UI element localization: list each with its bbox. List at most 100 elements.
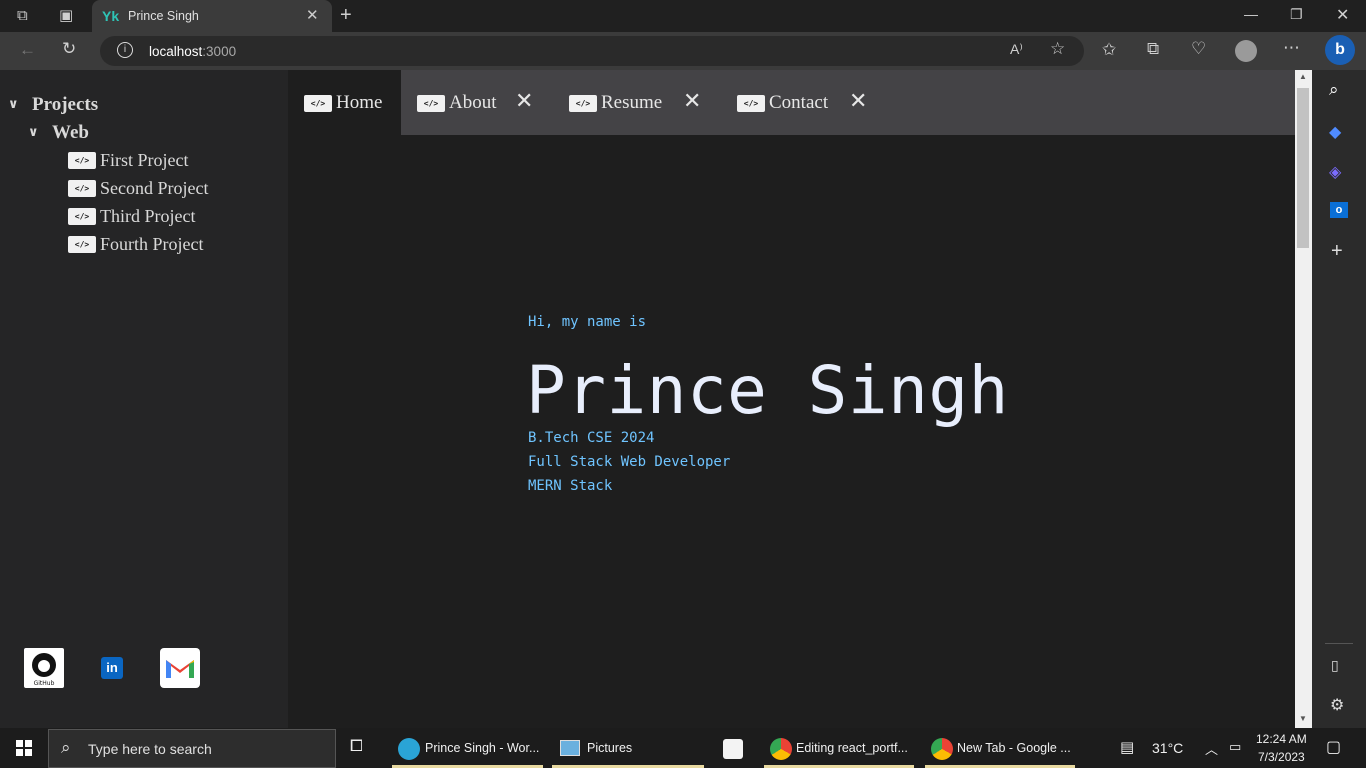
hero-line-education: B.Tech CSE 2024	[528, 430, 655, 446]
shopping-tag-icon[interactable]: ◆	[1329, 122, 1341, 142]
tab-resume-label: Resume	[601, 92, 663, 113]
code-file-icon: </>	[569, 95, 597, 112]
taskbar-app-chrome-newtab[interactable]: New Tab - Google ...	[925, 729, 1075, 768]
store-app-icon	[723, 739, 743, 759]
copilot-icon[interactable]: ◈	[1329, 162, 1341, 182]
windows-start-icon[interactable]	[16, 740, 32, 756]
clock-date[interactable]: 7/3/2023	[1258, 750, 1305, 764]
vertical-tabs-icon[interactable]: ▣	[59, 6, 73, 24]
add-app-icon[interactable]: +	[1331, 240, 1343, 263]
edge-sidebar: ⌕ ◆ ◈ o + ▯ ⚙	[1312, 70, 1366, 728]
browser-tab-strip: ⧉ ▣ Yk Prince Singh ✕ + — ❐ ✕	[0, 0, 1366, 32]
pictures-app-icon	[560, 740, 580, 756]
taskbar-search-placeholder: Type here to search	[88, 741, 212, 757]
add-favorite-icon[interactable]: ☆	[1050, 39, 1065, 59]
close-tab-about-icon[interactable]: ✕	[515, 89, 533, 114]
file-second-project[interactable]: Second Project	[100, 178, 208, 199]
file-third-project[interactable]: Third Project	[100, 206, 195, 227]
chevron-down-icon[interactable]: ∨	[28, 125, 39, 140]
battery-icon[interactable]: ▭	[1229, 739, 1241, 755]
restore-icon[interactable]: ❐	[1290, 6, 1303, 23]
url-host: localhost	[149, 44, 203, 59]
taskbar-app-chrome-editing[interactable]: Editing react_portf...	[764, 729, 914, 768]
tab-contact-label: Contact	[769, 92, 829, 113]
more-options-icon[interactable]: ⋯	[1283, 38, 1300, 58]
code-file-icon: </>	[68, 152, 96, 169]
linkedin-link[interactable]: in	[92, 648, 132, 688]
linkedin-icon: in	[101, 657, 123, 679]
tab-resume[interactable]: </> Resume ✕	[553, 70, 713, 135]
taskbar-app-label: New Tab - Google ...	[957, 741, 1071, 755]
tab-about-label: About	[449, 92, 497, 113]
profile-avatar[interactable]	[1235, 40, 1257, 62]
tab-about[interactable]: </> About ✕	[401, 70, 551, 135]
collections-icon[interactable]: ⧉	[1147, 39, 1159, 59]
file-fourth-project[interactable]: Fourth Project	[100, 234, 204, 255]
minimize-icon[interactable]: —	[1244, 6, 1258, 22]
folder-web[interactable]: Web	[52, 122, 89, 144]
outlook-icon[interactable]: o	[1330, 202, 1348, 218]
close-tab-icon[interactable]: ✕	[306, 6, 319, 24]
taskbar-app-edge[interactable]: Prince Singh - Wor...	[392, 729, 543, 768]
code-file-icon: </>	[68, 236, 96, 253]
workspaces-icon[interactable]: ⧉	[17, 7, 28, 24]
sidebar-divider	[1325, 643, 1353, 644]
github-label: GitHub	[34, 680, 55, 687]
weather-icon[interactable]: ▤	[1120, 738, 1134, 756]
taskbar-app-label: Pictures	[587, 741, 633, 755]
project-explorer: ∨ Projects ∨ Web </> First Project </> S…	[0, 70, 288, 728]
task-view-icon[interactable]: ⧠	[350, 738, 363, 756]
gmail-link[interactable]	[160, 648, 200, 688]
scroll-up-icon[interactable]: ▲	[1299, 72, 1307, 81]
clock-time[interactable]: 12:24 AM	[1256, 732, 1307, 746]
github-link[interactable]: GitHub	[24, 648, 64, 688]
editor-tab-bar: </> Home </> About ✕ </> Resume ✕ </> Co…	[288, 70, 1295, 135]
url-text[interactable]: localhost:3000	[149, 44, 236, 59]
chevron-down-icon[interactable]: ∨	[8, 97, 19, 112]
taskbar-search[interactable]: ⌕ Type here to search	[48, 729, 336, 768]
window-close-icon[interactable]: ✕	[1336, 5, 1349, 25]
taskbar-app-store[interactable]	[712, 729, 756, 768]
folder-projects[interactable]: Projects	[32, 94, 98, 116]
tab-contact[interactable]: </> Contact ✕	[721, 70, 881, 135]
new-tab-icon[interactable]: +	[340, 4, 352, 27]
close-tab-contact-icon[interactable]: ✕	[849, 89, 867, 114]
back-icon[interactable]: ←	[19, 40, 36, 60]
taskbar-app-pictures[interactable]: Pictures	[552, 729, 704, 768]
search-icon[interactable]: ⌕	[1329, 80, 1339, 100]
address-bar[interactable]: i localhost:3000 A⁾ ☆	[100, 36, 1084, 66]
hide-sidebar-icon[interactable]: ▯	[1331, 657, 1339, 674]
chrome-app-icon	[931, 738, 953, 760]
favorites-icon[interactable]: ✩	[1102, 40, 1116, 60]
weather-temperature[interactable]: 31°C	[1152, 740, 1183, 756]
code-file-icon: </>	[737, 95, 765, 112]
site-info-icon[interactable]: i	[117, 42, 133, 58]
read-aloud-icon[interactable]: A⁾	[1010, 41, 1023, 58]
extensions-icon[interactable]: ♡	[1191, 39, 1206, 59]
hero-name: Prince Singh	[526, 352, 1009, 429]
tab-home-label: Home	[336, 92, 383, 113]
github-icon: GitHub	[32, 653, 56, 687]
scrollbar-thumb[interactable]	[1297, 88, 1309, 248]
code-file-icon: </>	[417, 95, 445, 112]
gmail-icon	[166, 660, 194, 678]
url-port: :3000	[202, 44, 237, 59]
refresh-icon[interactable]: ↻	[62, 39, 76, 59]
hero-greeting: Hi, my name is	[528, 314, 647, 330]
bing-icon[interactable]: b	[1325, 35, 1355, 65]
file-first-project[interactable]: First Project	[100, 150, 189, 171]
notifications-icon[interactable]: ▢	[1326, 737, 1341, 757]
tab-home[interactable]: </> Home	[288, 70, 401, 135]
code-file-icon: </>	[68, 180, 96, 197]
scroll-down-icon[interactable]: ▼	[1299, 714, 1307, 723]
search-icon: ⌕	[61, 738, 71, 757]
taskbar-app-label: Editing react_portf...	[796, 741, 908, 755]
edge-app-icon	[398, 738, 420, 760]
chrome-app-icon	[770, 738, 792, 760]
settings-gear-icon[interactable]: ⚙	[1330, 695, 1344, 715]
close-tab-resume-icon[interactable]: ✕	[683, 89, 701, 114]
browser-tab[interactable]: Yk Prince Singh ✕	[92, 0, 332, 32]
show-hidden-icons-icon[interactable]: ︿	[1205, 739, 1218, 758]
taskbar-app-label: Prince Singh - Wor...	[425, 741, 540, 755]
code-file-icon: </>	[304, 95, 332, 112]
